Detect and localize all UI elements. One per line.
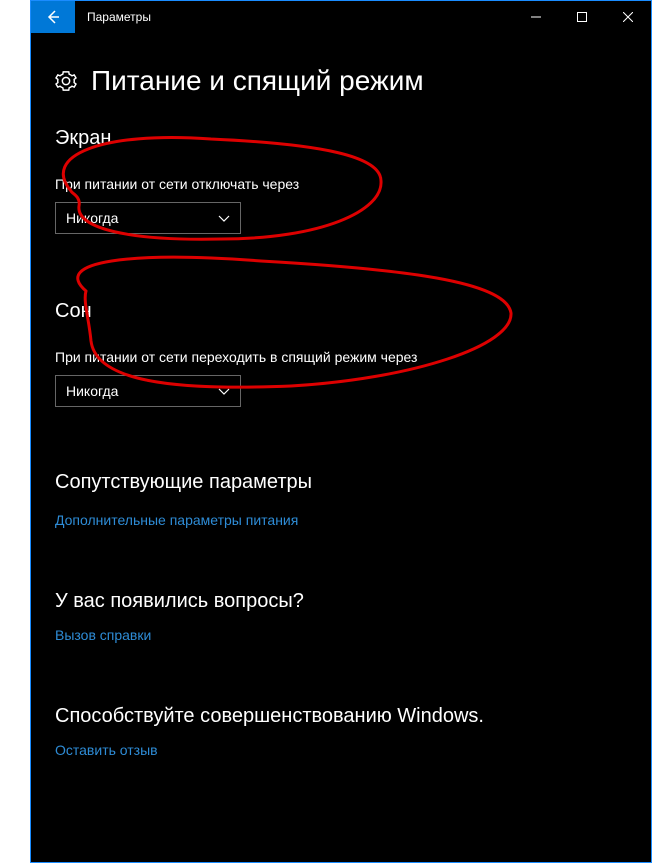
screen-heading: Экран [55, 127, 627, 150]
dropdown-value: Никогда [66, 383, 118, 399]
page-title: Питание и спящий режим [91, 65, 424, 97]
additional-power-link[interactable]: Дополнительные параметры питания [55, 512, 298, 528]
minimize-icon [531, 12, 541, 22]
settings-window: Параметры Питание и спящий режим Экран П… [30, 0, 652, 863]
chevron-down-icon [218, 212, 230, 224]
sleep-label: При питании от сети переходить в спящий … [55, 349, 627, 365]
content-area: Питание и спящий режим Экран При питании… [31, 33, 651, 760]
maximize-button[interactable] [559, 1, 605, 33]
screen-off-dropdown[interactable]: Никогда [55, 202, 241, 234]
maximize-icon [577, 12, 587, 22]
sleep-heading: Сон [55, 300, 627, 323]
related-heading: Сопутствующие параметры [55, 471, 627, 494]
dropdown-value: Никогда [66, 210, 118, 226]
gear-icon [55, 70, 77, 92]
titlebar: Параметры [31, 1, 651, 33]
window-controls [513, 1, 651, 33]
minimize-button[interactable] [513, 1, 559, 33]
screen-off-label: При питании от сети отключать через [55, 176, 627, 192]
back-button[interactable] [31, 1, 75, 33]
sleep-dropdown[interactable]: Никогда [55, 375, 241, 407]
close-icon [623, 12, 633, 22]
close-button[interactable] [605, 1, 651, 33]
get-help-link[interactable]: Вызов справки [55, 627, 151, 643]
chevron-down-icon [218, 385, 230, 397]
window-title: Параметры [75, 1, 513, 33]
feedback-heading: Способствуйте совершенствованию Windows. [55, 705, 627, 728]
feedback-link[interactable]: Оставить отзыв [55, 742, 158, 758]
page-header: Питание и спящий режим [55, 65, 627, 97]
arrow-left-icon [45, 9, 61, 25]
help-heading: У вас появились вопросы? [55, 590, 627, 613]
